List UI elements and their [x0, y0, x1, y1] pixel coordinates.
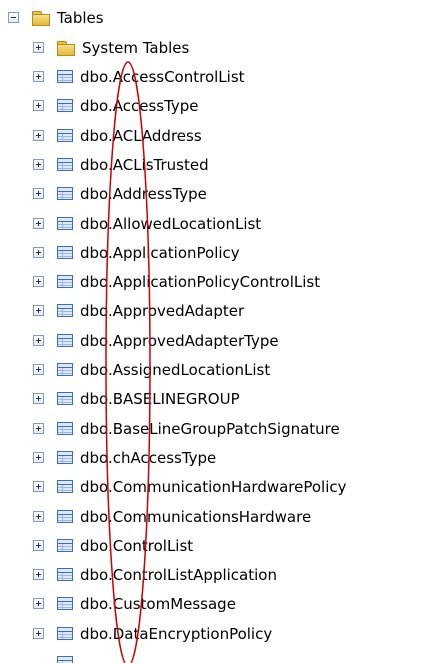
tree-node-label: dbo.CommunicationsHardware	[80, 507, 312, 526]
tree-node-label: dbo.AllowedLocationList	[80, 214, 262, 233]
tree-node-label: dbo.DataEncryptionPolicy	[80, 624, 273, 643]
table-icon	[57, 539, 73, 552]
collapse-icon[interactable]	[8, 12, 19, 23]
tree-node-label: dbo.AddressType	[80, 184, 207, 203]
tree-node-label: dbo.BASELINEGROUP	[80, 389, 240, 408]
expand-icon[interactable]	[33, 188, 44, 199]
tree-node-table[interactable]: dbo.DataEncryptionPolicy	[33, 621, 273, 646]
table-icon	[57, 480, 73, 493]
tree-node-label: dbo.ApprovedAdapterType	[80, 331, 279, 350]
tree-node-table[interactable]: dbo.AssignedLocationList	[33, 357, 271, 382]
expand-icon[interactable]	[33, 335, 44, 346]
tree-node-table[interactable]: dbo.ApprovedAdapterType	[33, 328, 280, 353]
tree-node-label: dbo.AccessType	[80, 96, 199, 115]
tree-node-tables[interactable]: Tables	[8, 5, 105, 30]
tree-node-table[interactable]: dbo.AccessType	[33, 93, 200, 118]
tree-node-label: dbo.AssignedLocationList	[80, 360, 271, 379]
table-icon	[57, 627, 73, 640]
tree-node-table[interactable]: dbo.AddressType	[33, 181, 208, 206]
table-icon	[57, 597, 73, 610]
tree-node-label: dbo.ControlListApplication	[80, 565, 277, 584]
expand-icon[interactable]	[33, 364, 44, 375]
tree-node-table[interactable]: dbo.ApprovedAdapter	[33, 298, 245, 323]
tree-node-label: dbo.ApplicationPolicy	[80, 243, 240, 262]
table-icon	[57, 246, 73, 259]
expand-icon[interactable]	[33, 247, 44, 258]
table-icon	[57, 451, 73, 464]
expand-icon[interactable]	[33, 42, 44, 53]
expand-icon[interactable]	[33, 100, 44, 111]
table-icon	[57, 422, 73, 435]
tree-node-label: dbo.ACLAddress	[80, 126, 202, 145]
table-icon	[57, 568, 73, 581]
tree-node-table[interactable]: dbo.ControlList	[33, 533, 194, 558]
tree-node-label: dbo.ACLisTrusted	[80, 155, 209, 174]
expand-icon[interactable]	[33, 540, 44, 551]
partially-visible-row	[33, 655, 73, 663]
tree-node-table[interactable]: dbo.ApplicationPolicy	[33, 240, 241, 265]
tree-node-label: dbo.CommunicationHardwarePolicy	[80, 477, 347, 496]
object-explorer-tree: Tables System Tables dbo.AccessControlLi…	[0, 0, 425, 663]
tree-node-system-tables[interactable]: System Tables	[33, 35, 190, 60]
tree-node-label: dbo.AccessControlList	[80, 67, 245, 86]
expand-icon[interactable]	[33, 305, 44, 316]
table-icon	[57, 275, 73, 288]
tree-node-label: Tables	[57, 8, 104, 27]
tree-node-table[interactable]: dbo.CommunicationHardwarePolicy	[33, 474, 348, 499]
tree-node-table[interactable]: dbo.AllowedLocationList	[33, 211, 262, 236]
expand-icon[interactable]	[33, 71, 44, 82]
tree-node-label: dbo.ControlList	[80, 536, 194, 555]
expand-icon[interactable]	[33, 569, 44, 580]
table-icon	[57, 334, 73, 347]
tree-node-table[interactable]: dbo.CommunicationsHardware	[33, 504, 312, 529]
table-icon	[57, 70, 73, 83]
expand-icon[interactable]	[33, 276, 44, 287]
tree-node-label: dbo.ApplicationPolicyControlList	[80, 272, 321, 291]
table-icon	[57, 158, 73, 171]
expand-icon[interactable]	[33, 452, 44, 463]
table-icon	[57, 129, 73, 142]
tree-node-table[interactable]: dbo.ACLAddress	[33, 123, 203, 148]
tree-node-label: dbo.chAccessType	[80, 448, 217, 467]
tree-node-table[interactable]: dbo.ControlListApplication	[33, 562, 278, 587]
table-icon	[57, 363, 73, 376]
table-icon	[57, 656, 73, 663]
expand-icon[interactable]	[33, 393, 44, 404]
expand-icon[interactable]	[33, 511, 44, 522]
tree-node-table[interactable]: dbo.BASELINEGROUP	[33, 386, 241, 411]
tree-node-label: dbo.ApprovedAdapter	[80, 301, 245, 320]
tree-node-table[interactable]: dbo.AccessControlList	[33, 64, 246, 89]
table-icon	[57, 99, 73, 112]
expand-icon[interactable]	[33, 423, 44, 434]
folder-icon	[32, 10, 50, 26]
folder-icon	[57, 40, 75, 56]
tree-node-table[interactable]: dbo.ACLisTrusted	[33, 152, 210, 177]
expand-icon[interactable]	[33, 481, 44, 492]
tree-node-label: dbo.CustomMessage	[80, 594, 236, 613]
expand-icon[interactable]	[33, 218, 44, 229]
tree-node-table[interactable]: dbo.BaseLineGroupPatchSignature	[33, 416, 341, 441]
table-icon	[57, 304, 73, 317]
table-icon	[57, 217, 73, 230]
tree-node-table[interactable]: dbo.chAccessType	[33, 445, 217, 470]
table-icon	[57, 392, 73, 405]
expand-icon[interactable]	[33, 159, 44, 170]
expand-icon[interactable]	[33, 598, 44, 609]
tree-node-label: System Tables	[82, 38, 190, 57]
expand-icon[interactable]	[33, 628, 44, 639]
expand-icon[interactable]	[33, 130, 44, 141]
tree-node-label: dbo.BaseLineGroupPatchSignature	[80, 419, 340, 438]
table-icon	[57, 187, 73, 200]
table-icon	[57, 510, 73, 523]
tree-node-table[interactable]: dbo.CustomMessage	[33, 591, 237, 616]
tree-node-table[interactable]: dbo.ApplicationPolicyControlList	[33, 269, 321, 294]
